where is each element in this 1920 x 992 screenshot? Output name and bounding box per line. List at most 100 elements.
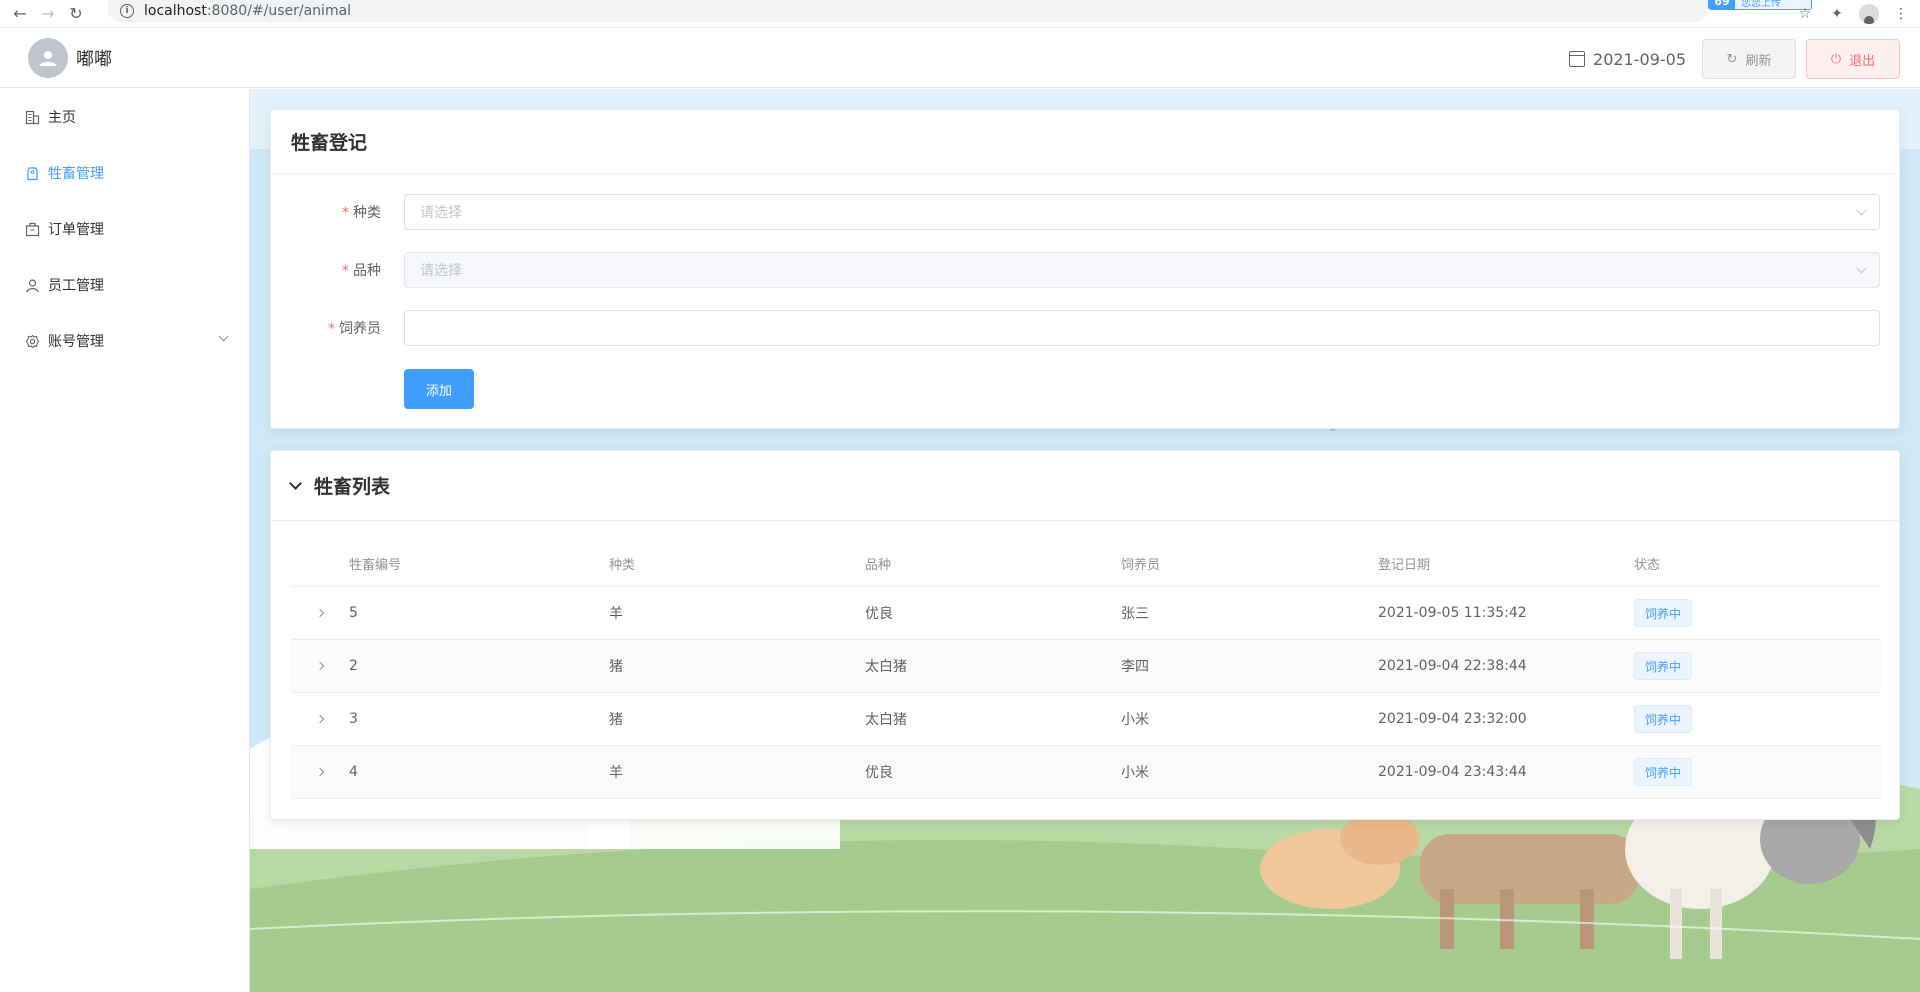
expand-row-icon[interactable] [315, 714, 325, 724]
col-header-date[interactable]: 登记日期 [1378, 554, 1634, 573]
cell-species: 羊 [609, 765, 623, 781]
sidebar-item-label: 牲畜管理 [48, 166, 104, 182]
table-header-row: 牲畜编号 种类 品种 饲养员 登记日期 状态 [291, 541, 1881, 587]
logout-button[interactable]: ⏻ 退出 [1806, 39, 1900, 79]
cell-species: 猪 [609, 712, 623, 728]
livestock-list-card: 牲畜列表 牲畜编号 种类 品种 饲养员 登记日期 状态 5 羊 优良 张三 20… [270, 450, 1900, 820]
building-icon [24, 109, 40, 125]
register-title: 牲畜登记 [271, 110, 1899, 174]
breed-select[interactable]: 请选择 [404, 252, 1880, 288]
sidebar-item-label: 账号管理 [48, 334, 104, 350]
keeper-input[interactable] [404, 310, 1880, 346]
sidebar-item-label: 员工管理 [48, 278, 104, 294]
bookmark-star-icon[interactable]: ☆ [1794, 3, 1816, 25]
breed-label: 品种 [353, 263, 381, 279]
species-row: * 种类 请选择 [271, 194, 1899, 230]
main-content: 牲畜登记 * 种类 请选择 * 品种 请选择 * 饲养员 添加 牲畜列表 牲畜编… [250, 89, 1920, 992]
gear-icon [24, 333, 40, 349]
species-placeholder: 请选择 [420, 205, 462, 221]
back-icon[interactable]: ← [6, 0, 34, 28]
cell-keeper: 张三 [1121, 606, 1149, 622]
table-row[interactable]: 3 猪 太白猪 小米 2021-09-04 23:32:00 饲养中 [291, 693, 1881, 746]
url-path: :8080/#/user/animal [206, 3, 352, 19]
keeper-label-wrap: * 饲养员 [271, 318, 393, 338]
extension-badge-count: 69 [1709, 0, 1735, 9]
table-row[interactable]: 5 羊 优良 张三 2021-09-05 11:35:42 饲养中 [291, 587, 1881, 640]
table-row[interactable]: 4 羊 优良 小米 2021-09-04 23:43:44 饲养中 [291, 746, 1881, 799]
refresh-button[interactable]: ↻ 刷新 [1702, 39, 1796, 79]
species-select[interactable]: 请选择 [404, 194, 1880, 230]
required-mark: * [342, 263, 349, 279]
cell-keeper: 小米 [1121, 712, 1149, 728]
breed-row: * 品种 请选择 [271, 252, 1899, 288]
refresh-label: 刷新 [1745, 53, 1772, 69]
sidebar: 主页 牲畜管理 订单管理 员工管理 账号管理 [0, 89, 250, 992]
power-icon: ⏻ [1830, 51, 1842, 67]
expand-row-icon[interactable] [315, 767, 325, 777]
user-icon [24, 277, 40, 293]
chevron-down-icon[interactable] [289, 477, 302, 490]
reload-icon[interactable]: ↻ [62, 0, 90, 28]
box-icon [24, 221, 40, 237]
cell-species: 猪 [609, 659, 623, 675]
chevron-down-icon [1856, 263, 1867, 274]
date-text: 2021-09-05 [1593, 49, 1686, 69]
info-icon[interactable]: i [120, 4, 134, 18]
sidebar-item-orders[interactable]: 订单管理 [0, 201, 249, 257]
sidebar-item-account[interactable]: 账号管理 [0, 313, 249, 369]
avatar[interactable] [28, 37, 68, 78]
sidebar-item-label: 订单管理 [48, 222, 104, 238]
breed-placeholder: 请选择 [420, 263, 462, 279]
cell-breed: 优良 [865, 606, 893, 622]
col-header-keeper[interactable]: 饲养员 [1121, 554, 1378, 573]
status-badge: 饲养中 [1634, 705, 1693, 733]
puzzle-icon[interactable]: ✦ [1826, 3, 1848, 25]
user-avatar-icon [40, 50, 56, 66]
table-row[interactable]: 2 猪 太白猪 李四 2021-09-04 22:38:44 饲养中 [291, 640, 1881, 693]
required-mark: * [342, 205, 349, 221]
sidebar-item-staff[interactable]: 员工管理 [0, 257, 249, 313]
sidebar-item-livestock[interactable]: 牲畜管理 [0, 145, 249, 201]
address-bar[interactable]: i localhost:8080/#/user/animal [108, 0, 1708, 22]
cell-breed: 太白猪 [865, 712, 907, 728]
expand-row-icon[interactable] [315, 661, 325, 671]
col-header-species[interactable]: 种类 [609, 554, 865, 573]
cell-keeper: 小米 [1121, 765, 1149, 781]
expand-row-icon[interactable] [315, 608, 325, 618]
register-card: 牲畜登记 * 种类 请选择 * 品种 请选择 * 饲养员 添加 [270, 109, 1900, 429]
chevron-down-icon[interactable] [218, 331, 229, 342]
forward-icon[interactable]: → [34, 0, 62, 28]
user-name: 嘟嘟 [76, 48, 112, 70]
more-vert-icon[interactable]: ⋮ [1890, 3, 1912, 25]
cell-id: 2 [349, 658, 358, 674]
col-header-breed[interactable]: 品种 [865, 554, 1121, 573]
sidebar-item-label: 主页 [48, 110, 76, 126]
cell-breed: 太白猪 [865, 659, 907, 675]
chevron-down-icon [1856, 205, 1867, 216]
profile-icon[interactable] [1858, 3, 1880, 25]
cell-id: 4 [349, 764, 358, 780]
species-label: 种类 [353, 205, 381, 221]
extension-badge-text: 您您上传 [1741, 0, 1781, 9]
cell-id: 3 [349, 711, 358, 727]
cell-breed: 优良 [865, 765, 893, 781]
add-button[interactable]: 添加 [404, 369, 474, 409]
calendar-icon [1569, 51, 1586, 67]
species-label-wrap: * 种类 [271, 202, 393, 222]
cell-species: 羊 [609, 606, 623, 622]
keeper-row: * 饲养员 [271, 310, 1899, 346]
cell-date: 2021-09-05 11:35:42 [1378, 605, 1527, 621]
refresh-icon: ↻ [1726, 51, 1738, 67]
list-title: 牲畜列表 [314, 476, 391, 498]
cell-id: 5 [349, 605, 358, 621]
app-header: 嘟嘟 2021-09-05 ↻ 刷新 ⏻ 退出 [0, 28, 1920, 88]
col-header-id[interactable]: 牲畜编号 [349, 554, 609, 573]
breed-label-wrap: * 品种 [271, 260, 393, 280]
col-header-status[interactable]: 状态 [1634, 554, 1834, 573]
tag-icon [24, 165, 40, 181]
cell-keeper: 李四 [1121, 659, 1149, 675]
list-header[interactable]: 牲畜列表 [271, 451, 1899, 521]
sidebar-item-home[interactable]: 主页 [0, 89, 249, 145]
status-badge: 饲养中 [1634, 599, 1693, 627]
cell-date: 2021-09-04 23:32:00 [1378, 711, 1527, 727]
